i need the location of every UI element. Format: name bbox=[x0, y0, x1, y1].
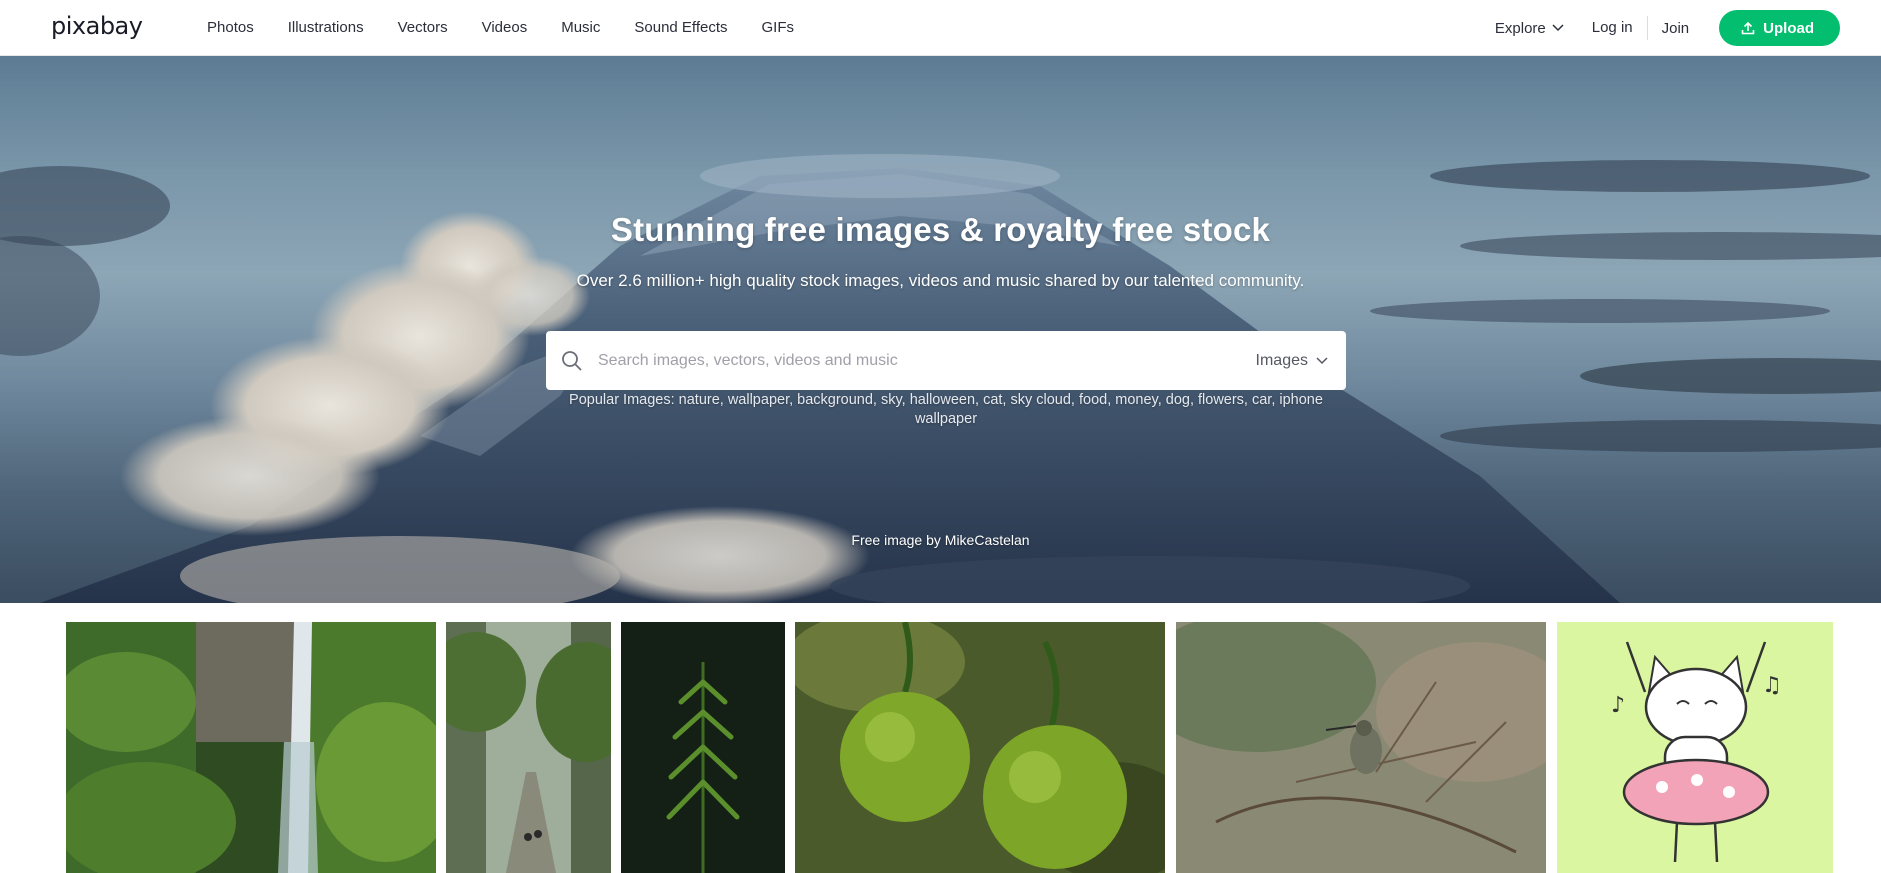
image-thumbnail-forest-path[interactable] bbox=[446, 622, 611, 873]
nav-music[interactable]: Music bbox=[561, 0, 600, 56]
hero-banner: Stunning free images & royalty free stoc… bbox=[0, 56, 1881, 603]
search-type-label: Images bbox=[1255, 351, 1308, 369]
image-credit[interactable]: Free image by MikeCastelan bbox=[0, 532, 1881, 548]
search-type-select[interactable]: Images bbox=[1256, 352, 1328, 370]
nav-gifs[interactable]: GIFs bbox=[762, 0, 795, 56]
image-thumbnail-waterfall[interactable] bbox=[66, 622, 436, 873]
upload-label: Upload bbox=[1763, 19, 1814, 37]
image-thumbnail-green-tomatoes[interactable] bbox=[795, 622, 1165, 873]
main-nav: Photos Illustrations Vectors Videos Musi… bbox=[207, 0, 828, 56]
search-bar: Images bbox=[546, 331, 1346, 390]
nav-photos[interactable]: Photos bbox=[207, 0, 254, 56]
search-input[interactable] bbox=[598, 331, 1256, 390]
pixabay-logo[interactable]: pixabay bbox=[51, 12, 143, 40]
nav-videos[interactable]: Videos bbox=[482, 0, 528, 56]
hero-title: Stunning free images & royalty free stoc… bbox=[610, 211, 1271, 248]
join-link[interactable]: Join bbox=[1662, 20, 1690, 37]
hero-subtitle: Over 2.6 million+ high quality stock ima… bbox=[576, 271, 1305, 290]
image-thumbnail-hummingbird[interactable] bbox=[1176, 622, 1546, 873]
search-icon[interactable] bbox=[560, 349, 584, 373]
upload-icon bbox=[1741, 21, 1755, 35]
top-navigation-bar: pixabay Photos Illustrations Vectors Vid… bbox=[0, 0, 1881, 56]
chevron-down-icon bbox=[1552, 24, 1564, 32]
popular-searches[interactable]: Popular Images: nature, wallpaper, backg… bbox=[560, 391, 1332, 429]
explore-menu[interactable]: Explore bbox=[1495, 20, 1564, 37]
nav-illustrations[interactable]: Illustrations bbox=[288, 0, 364, 56]
nav-vectors[interactable]: Vectors bbox=[398, 0, 448, 56]
explore-label: Explore bbox=[1494, 19, 1546, 37]
nav-sound-effects[interactable]: Sound Effects bbox=[634, 0, 727, 56]
hero-background-image bbox=[0, 154, 1881, 603]
image-grid: ♪ ♫ bbox=[0, 622, 1881, 873]
image-thumbnail-cat-illustration[interactable]: ♪ ♫ bbox=[1557, 622, 1833, 873]
account-nav: Explore Log in Join Upload bbox=[1495, 0, 1840, 56]
svg-text:♫: ♫ bbox=[1762, 673, 1782, 698]
image-thumbnail-fern[interactable] bbox=[621, 622, 785, 873]
upload-button[interactable]: Upload bbox=[1719, 10, 1840, 46]
chevron-down-icon bbox=[1316, 356, 1328, 364]
svg-text:♪: ♪ bbox=[1611, 693, 1625, 718]
login-link[interactable]: Log in bbox=[1592, 16, 1648, 40]
